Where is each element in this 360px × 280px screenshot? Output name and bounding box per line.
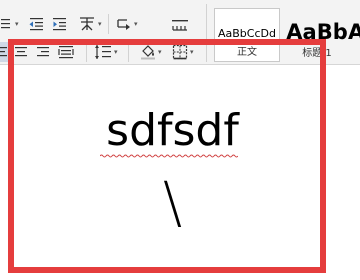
document-line-2[interactable]: \ [0,169,345,239]
decrease-indent-icon[interactable] [26,14,46,34]
shading-icon[interactable] [138,42,158,62]
borders-dropdown-icon[interactable]: ▾ [190,49,194,56]
style-normal-sample: AaBbCcDd [218,27,276,40]
align-left-icon[interactable] [0,42,8,62]
borders-icon[interactable] [170,42,190,62]
align-center-icon[interactable] [12,42,30,62]
separator [108,14,109,34]
separator [128,42,129,62]
separator [86,42,87,62]
style-heading-1-name: 标题 1 [302,48,332,59]
bullets-list-icon[interactable] [0,14,16,34]
word-window: ▾ ▾ ▾ ▾ ▾ ▾ AaBbCcDd 正文 AaBb 标题 1 A sdfs… [0,0,360,280]
document-line-1[interactable]: sdfsdf [0,103,345,159]
distributed-align-icon[interactable] [56,42,76,62]
ribbon-paragraph-group: ▾ ▾ ▾ ▾ ▾ ▾ AaBbCcDd 正文 AaBb 标题 1 A [0,0,360,65]
style-normal-name: 正文 [237,47,257,58]
chinese-layout-icon[interactable] [76,14,98,34]
style-heading-1-sample: AaBb [286,20,348,44]
style-normal[interactable]: AaBbCcDd 正文 [214,8,280,62]
style-heading-2-sample: A [348,20,360,44]
spellcheck-underline [100,154,238,158]
bullets-dropdown-icon[interactable]: ▾ [15,21,19,28]
document-page[interactable]: sdfsdf \ [0,65,360,280]
align-right-icon[interactable] [34,42,52,62]
line-spacing-dropdown-icon[interactable]: ▾ [114,49,118,56]
style-heading-2[interactable]: A [348,8,360,62]
chinese-layout-dropdown-icon[interactable]: ▾ [98,21,102,28]
sort-icon[interactable] [114,14,134,34]
separator [206,4,207,62]
style-heading-1[interactable]: AaBb 标题 1 [282,8,352,62]
styles-gallery: AaBbCcDd 正文 AaBb 标题 1 A [210,0,360,64]
increase-indent-icon[interactable] [50,14,70,34]
show-formatting-marks-icon[interactable] [170,14,190,34]
shading-dropdown-icon[interactable]: ▾ [158,49,162,56]
sort-dropdown-icon[interactable]: ▾ [134,21,138,28]
line-spacing-icon[interactable] [92,42,114,62]
